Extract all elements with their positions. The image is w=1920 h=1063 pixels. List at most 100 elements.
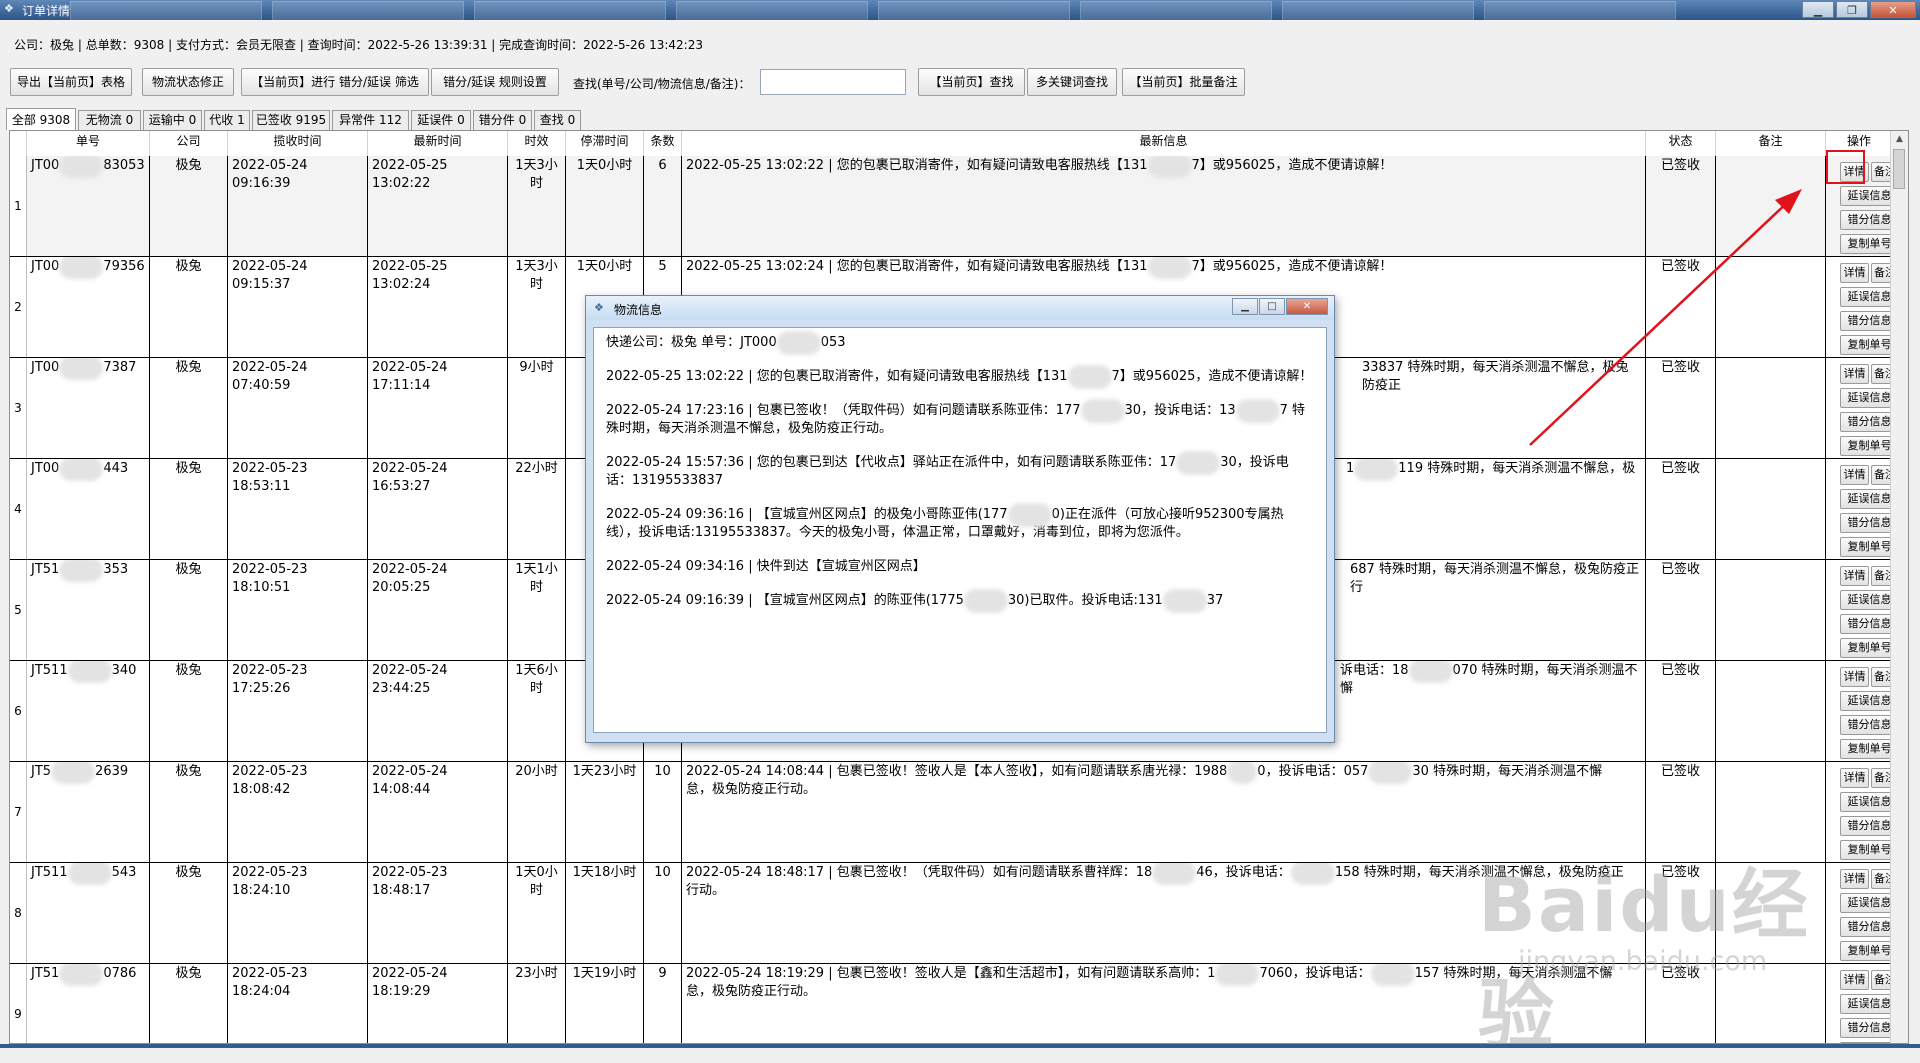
- status-cell[interactable]: 已签收: [1646, 459, 1716, 559]
- note-cell[interactable]: [1716, 358, 1826, 458]
- order-no-cell[interactable]: JT51 0786: [27, 964, 150, 1043]
- order-no-cell[interactable]: JT00 7387: [27, 358, 150, 458]
- order-no-cell[interactable]: JT51 353: [27, 560, 150, 660]
- col-duration[interactable]: 时效: [508, 131, 566, 156]
- order-no-cell[interactable]: JT511 340: [27, 661, 150, 761]
- duration-cell[interactable]: 1天6小时: [508, 661, 566, 761]
- order-no-cell[interactable]: JT511 543: [27, 863, 150, 963]
- note-cell[interactable]: [1716, 661, 1826, 761]
- latest-cell[interactable]: 2022-05-24 23:44:25: [368, 661, 508, 761]
- latest-cell[interactable]: 2022-05-24 16:53:27: [368, 459, 508, 559]
- info-cell[interactable]: 2022-05-25 13:02:22 | 您的包裹已取消寄件，如有疑问请致电客…: [682, 156, 1646, 256]
- col-company[interactable]: 公司: [150, 131, 228, 156]
- company-cell[interactable]: 极兔: [150, 560, 228, 660]
- export-button[interactable]: 导出【当前页】表格: [10, 68, 132, 96]
- status-cell[interactable]: 已签收: [1646, 156, 1716, 256]
- pickup-cell[interactable]: 2022-05-23 18:08:42: [228, 762, 368, 862]
- col-note[interactable]: 备注: [1716, 131, 1826, 156]
- batch-note-button[interactable]: 【当前页】批量备注: [1122, 68, 1245, 96]
- col-status[interactable]: 状态: [1646, 131, 1716, 156]
- company-cell[interactable]: 极兔: [150, 257, 228, 357]
- company-cell[interactable]: 极兔: [150, 358, 228, 458]
- duration-cell[interactable]: 23小时: [508, 964, 566, 1043]
- detail-button[interactable]: 详情: [1840, 566, 1869, 586]
- tab-no-logistics[interactable]: 无物流 0: [78, 110, 141, 130]
- scroll-thumb[interactable]: [1893, 149, 1905, 189]
- note-cell[interactable]: [1716, 257, 1826, 357]
- company-cell[interactable]: 极兔: [150, 964, 228, 1043]
- note-cell[interactable]: [1716, 560, 1826, 660]
- pickup-cell[interactable]: 2022-05-23 18:24:10: [228, 863, 368, 963]
- detail-button[interactable]: 详情: [1840, 465, 1869, 485]
- pickup-cell[interactable]: 2022-05-24 07:40:59: [228, 358, 368, 458]
- detail-button[interactable]: 详情: [1840, 667, 1869, 687]
- status-cell[interactable]: 已签收: [1646, 358, 1716, 458]
- tab-abnormal[interactable]: 异常件 112: [332, 110, 409, 130]
- count-cell[interactable]: 10: [644, 863, 682, 963]
- latest-cell[interactable]: 2022-05-24 20:05:25: [368, 560, 508, 660]
- tab-search[interactable]: 查找 0: [534, 110, 581, 130]
- duration-cell[interactable]: 1天3小时: [508, 156, 566, 256]
- pickup-cell[interactable]: 2022-05-23 18:24:04: [228, 964, 368, 1043]
- latest-cell[interactable]: 2022-05-25 13:02:24: [368, 257, 508, 357]
- tab-signed[interactable]: 已签收 9195: [252, 110, 330, 130]
- col-count[interactable]: 条数: [644, 131, 682, 156]
- col-stall-time[interactable]: 停滞时间: [566, 131, 644, 156]
- latest-cell[interactable]: 2022-05-24 18:19:29: [368, 964, 508, 1043]
- status-cell[interactable]: 已签收: [1646, 257, 1716, 357]
- detail-button[interactable]: 详情: [1840, 364, 1869, 384]
- col-pickup-time[interactable]: 揽收时间: [228, 131, 368, 156]
- dialog-content[interactable]: 快递公司：极兔 单号：JT000 053 2022-05-25 13:02:22 …: [593, 327, 1327, 733]
- duration-cell[interactable]: 1天1小时: [508, 560, 566, 660]
- duration-cell[interactable]: 22小时: [508, 459, 566, 559]
- col-latest-info[interactable]: 最新信息: [682, 131, 1646, 156]
- tab-delayed[interactable]: 延误件 0: [411, 110, 471, 130]
- pickup-cell[interactable]: 2022-05-23 18:53:11: [228, 459, 368, 559]
- company-cell[interactable]: 极兔: [150, 156, 228, 256]
- col-order-no[interactable]: 单号: [27, 131, 150, 156]
- vertical-scrollbar[interactable]: ▲: [1890, 131, 1908, 1043]
- note-cell[interactable]: [1716, 459, 1826, 559]
- detail-button[interactable]: 详情: [1840, 869, 1869, 889]
- company-cell[interactable]: 极兔: [150, 661, 228, 761]
- stall-cell[interactable]: 1天19小时: [566, 964, 644, 1043]
- duration-cell[interactable]: 1天3小时: [508, 257, 566, 357]
- status-cell[interactable]: 已签收: [1646, 560, 1716, 660]
- detail-button[interactable]: 详情: [1840, 970, 1869, 990]
- scroll-up-icon[interactable]: ▲: [1891, 131, 1908, 148]
- company-cell[interactable]: 极兔: [150, 863, 228, 963]
- duration-cell[interactable]: 20小时: [508, 762, 566, 862]
- company-cell[interactable]: 极兔: [150, 762, 228, 862]
- count-cell[interactable]: 9: [644, 964, 682, 1043]
- tab-all[interactable]: 全部 9308: [6, 108, 76, 130]
- pickup-cell[interactable]: 2022-05-24 09:15:37: [228, 257, 368, 357]
- filter-button[interactable]: 【当前页】进行 错分/延误 筛选: [241, 68, 429, 96]
- pickup-cell[interactable]: 2022-05-23 18:10:51: [228, 560, 368, 660]
- find-button[interactable]: 【当前页】查找: [918, 68, 1025, 96]
- order-no-cell[interactable]: JT5 2639: [27, 762, 150, 862]
- order-no-cell[interactable]: JT00 79356: [27, 257, 150, 357]
- duration-cell[interactable]: 1天0小时: [508, 863, 566, 963]
- count-cell[interactable]: 6: [644, 156, 682, 256]
- minimize-icon[interactable]: ▁: [1232, 298, 1258, 315]
- stall-cell[interactable]: 1天0小时: [566, 156, 644, 256]
- multi-find-button[interactable]: 多关键词查找: [1027, 68, 1117, 96]
- close-icon[interactable]: ✕: [1286, 298, 1328, 315]
- stall-cell[interactable]: 1天18小时: [566, 863, 644, 963]
- pickup-cell[interactable]: 2022-05-24 09:16:39: [228, 156, 368, 256]
- col-latest-time[interactable]: 最新时间: [368, 131, 508, 156]
- close-icon[interactable]: ✕: [1870, 1, 1916, 18]
- table-row[interactable]: 1 JT00 83053 极兔 2022-05-24 09:16:39 2022-…: [10, 156, 1908, 257]
- tab-collected[interactable]: 代收 1: [204, 110, 250, 130]
- latest-cell[interactable]: 2022-05-24 14:08:44: [368, 762, 508, 862]
- count-cell[interactable]: 10: [644, 762, 682, 862]
- order-no-cell[interactable]: JT00 443: [27, 459, 150, 559]
- pickup-cell[interactable]: 2022-05-23 17:25:26: [228, 661, 368, 761]
- tab-misrouted[interactable]: 错分件 0: [473, 110, 532, 130]
- maximize-icon[interactable]: □: [1259, 298, 1285, 315]
- tab-in-transit[interactable]: 运输中 0: [143, 110, 202, 130]
- fix-status-button[interactable]: 物流状态修正: [142, 68, 234, 96]
- company-cell[interactable]: 极兔: [150, 459, 228, 559]
- detail-button[interactable]: 详情: [1840, 768, 1869, 788]
- latest-cell[interactable]: 2022-05-25 13:02:22: [368, 156, 508, 256]
